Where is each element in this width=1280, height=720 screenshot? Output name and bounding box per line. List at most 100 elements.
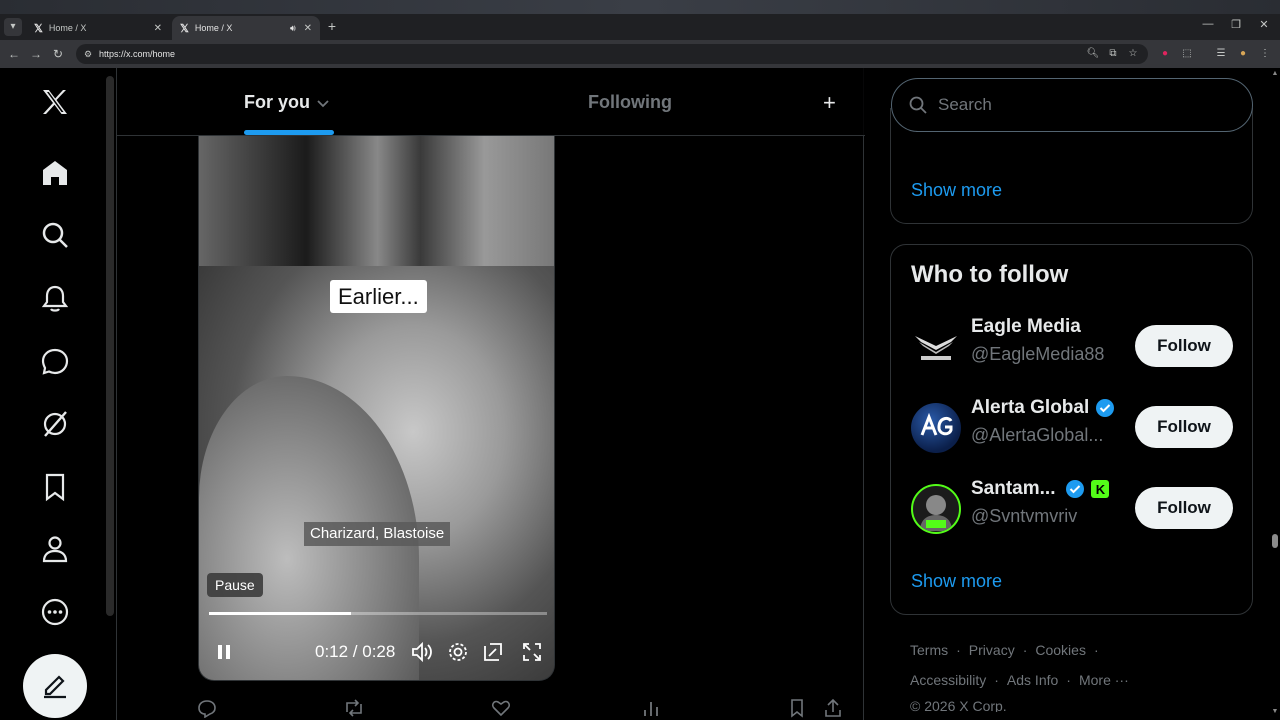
video-frame-top xyxy=(199,136,554,266)
new-tab-button[interactable]: + xyxy=(324,18,340,34)
bookmarks-icon[interactable] xyxy=(37,469,73,505)
views-icon[interactable] xyxy=(641,698,661,718)
fullscreen-button[interactable] xyxy=(519,640,545,664)
maximize-button[interactable]: ❐ xyxy=(1228,18,1244,31)
footer-more-link[interactable]: More ··· xyxy=(1079,672,1129,688)
follow-button[interactable]: Follow xyxy=(1135,325,1233,367)
footer-separator: · xyxy=(1093,642,1099,658)
account-name[interactable]: Santam... K xyxy=(971,478,1110,500)
account-name[interactable]: Eagle Media xyxy=(971,316,1081,338)
tab-for-you[interactable]: For you xyxy=(244,92,330,113)
x-logo-icon[interactable] xyxy=(37,84,73,120)
timeline-tabs: For you Following + xyxy=(117,68,865,136)
footer-accessibility-link[interactable]: Accessibility xyxy=(910,672,986,688)
footer-terms-link[interactable]: Terms xyxy=(910,642,948,658)
account-name-text: Eagle Media xyxy=(971,316,1081,337)
site-info-icon[interactable]: ⚙ xyxy=(82,48,94,60)
show-more-trending-link[interactable]: Show more xyxy=(911,180,1002,201)
reading-list-icon[interactable]: ☰ xyxy=(1214,47,1228,61)
tab-for-you-label: For you xyxy=(244,92,310,112)
scroll-up-icon[interactable]: ▲ xyxy=(1270,70,1280,77)
messages-icon[interactable] xyxy=(37,343,73,379)
home-icon[interactable] xyxy=(37,155,73,191)
pause-tooltip: Pause xyxy=(207,573,263,597)
follow-button[interactable]: Follow xyxy=(1135,406,1233,448)
x-page: For you Following + Earlier... Charizard… xyxy=(0,68,1280,720)
follow-button[interactable]: Follow xyxy=(1135,487,1233,529)
chevron-down-icon[interactable] xyxy=(316,96,330,110)
pause-button[interactable] xyxy=(211,640,237,664)
scrollbar-thumb[interactable] xyxy=(1272,534,1278,548)
avatar[interactable] xyxy=(911,484,961,534)
search-icon[interactable] xyxy=(37,217,73,253)
tab-list-button[interactable]: ▾ xyxy=(4,18,22,36)
forward-button[interactable]: → xyxy=(28,46,44,62)
video-player[interactable]: Earlier... Charizard, Blastoise Pause 0:… xyxy=(198,136,555,681)
account-handle: @Svntvmvriv xyxy=(971,506,1078,526)
account-handle: @EagleMedia88 xyxy=(971,344,1105,364)
bookmark-icon[interactable] xyxy=(787,698,807,718)
search-placeholder[interactable]: Search xyxy=(938,95,992,115)
suggested-account[interactable]: Alerta Global @AlertaGlobal... Follow xyxy=(911,397,1233,457)
browser-menu-icon[interactable]: ⋮ xyxy=(1258,47,1272,61)
pip-button[interactable] xyxy=(480,640,506,664)
cast-icon[interactable]: ⧉ xyxy=(1106,47,1120,61)
close-window-button[interactable]: ✕ xyxy=(1256,18,1272,31)
volume-button[interactable] xyxy=(409,640,435,664)
like-icon[interactable] xyxy=(491,698,511,718)
who-to-follow-title: Who to follow xyxy=(911,261,1069,288)
show-more-who-to-follow-link[interactable]: Show more xyxy=(911,571,1002,592)
alerta-global-logo-icon xyxy=(920,413,953,436)
footer-privacy-link[interactable]: Privacy xyxy=(969,642,1015,658)
reload-button[interactable]: ↻ xyxy=(50,46,66,62)
minimize-button[interactable]: — xyxy=(1200,18,1216,30)
reply-icon[interactable] xyxy=(197,698,217,718)
tab-following[interactable]: Following xyxy=(588,92,672,113)
back-button[interactable]: ← xyxy=(6,46,22,62)
bookmark-star-icon[interactable]: ☆ xyxy=(1126,47,1140,61)
footer-cookies-link[interactable]: Cookies xyxy=(1035,642,1086,658)
profile-icon[interactable] xyxy=(37,531,73,567)
footer-links-row-1: Terms · Privacy · Cookies · xyxy=(910,642,1107,658)
eagle-media-logo-icon xyxy=(915,336,957,360)
compose-post-button[interactable] xyxy=(23,654,87,718)
video-caption-cards: Charizard, Blastoise xyxy=(304,522,451,546)
suggested-account[interactable]: Eagle Media @EagleMedia88 Follow xyxy=(911,316,1233,376)
share-icon[interactable] xyxy=(823,698,843,718)
who-to-follow-panel: Who to follow Eagle Media @EagleMedia88 … xyxy=(890,244,1253,615)
scroll-down-icon[interactable]: ▼ xyxy=(1270,708,1280,715)
video-progress-bar[interactable] xyxy=(209,612,547,615)
footer-ads-info-link[interactable]: Ads Info xyxy=(1007,672,1058,688)
video-progress-fill xyxy=(209,612,351,615)
close-tab-icon[interactable]: ✕ xyxy=(304,23,312,34)
url-text[interactable]: https://x.com/home xyxy=(99,48,175,60)
more-icon[interactable] xyxy=(37,594,73,630)
address-bar[interactable] xyxy=(76,44,1148,64)
add-tab-icon[interactable]: + xyxy=(823,90,836,116)
repost-icon[interactable] xyxy=(343,698,365,718)
account-handle: @AlertaGlobal... xyxy=(971,425,1104,445)
left-scrollbar[interactable] xyxy=(106,76,114,616)
avatar[interactable] xyxy=(911,403,961,453)
account-name[interactable]: Alerta Global xyxy=(971,397,1115,419)
notifications-icon[interactable] xyxy=(37,280,73,316)
extensions-icon[interactable]: ⬚ xyxy=(1180,47,1194,61)
search-box[interactable]: Search xyxy=(891,78,1253,132)
suggested-account[interactable]: Santam... K @Svntvmvriv Follow xyxy=(911,478,1233,538)
verified-badge-icon xyxy=(1065,479,1085,499)
profile-avatar-icon[interactable]: ● xyxy=(1236,47,1250,61)
gear-icon xyxy=(449,643,467,661)
zoom-icon[interactable]: 🔍︎ xyxy=(1086,47,1100,61)
page-scrollbar[interactable]: ▲ ▼ xyxy=(1270,68,1280,720)
footer-separator: · xyxy=(1066,672,1071,688)
browser-tab-1[interactable]: 𝕏 Home / X ✕ xyxy=(26,16,170,40)
audio-playing-icon[interactable]: 🔊︎ xyxy=(290,23,296,34)
grok-icon[interactable] xyxy=(37,406,73,442)
close-tab-icon[interactable]: ✕ xyxy=(154,23,162,34)
volume-icon xyxy=(412,641,432,663)
avatar[interactable] xyxy=(911,322,961,372)
settings-button[interactable] xyxy=(445,640,471,664)
browser-tab-2[interactable]: 𝕏 Home / X 🔊︎ ✕ xyxy=(172,16,320,40)
footer-separator: · xyxy=(1022,642,1028,658)
extension-red-icon[interactable]: ● xyxy=(1158,47,1172,61)
